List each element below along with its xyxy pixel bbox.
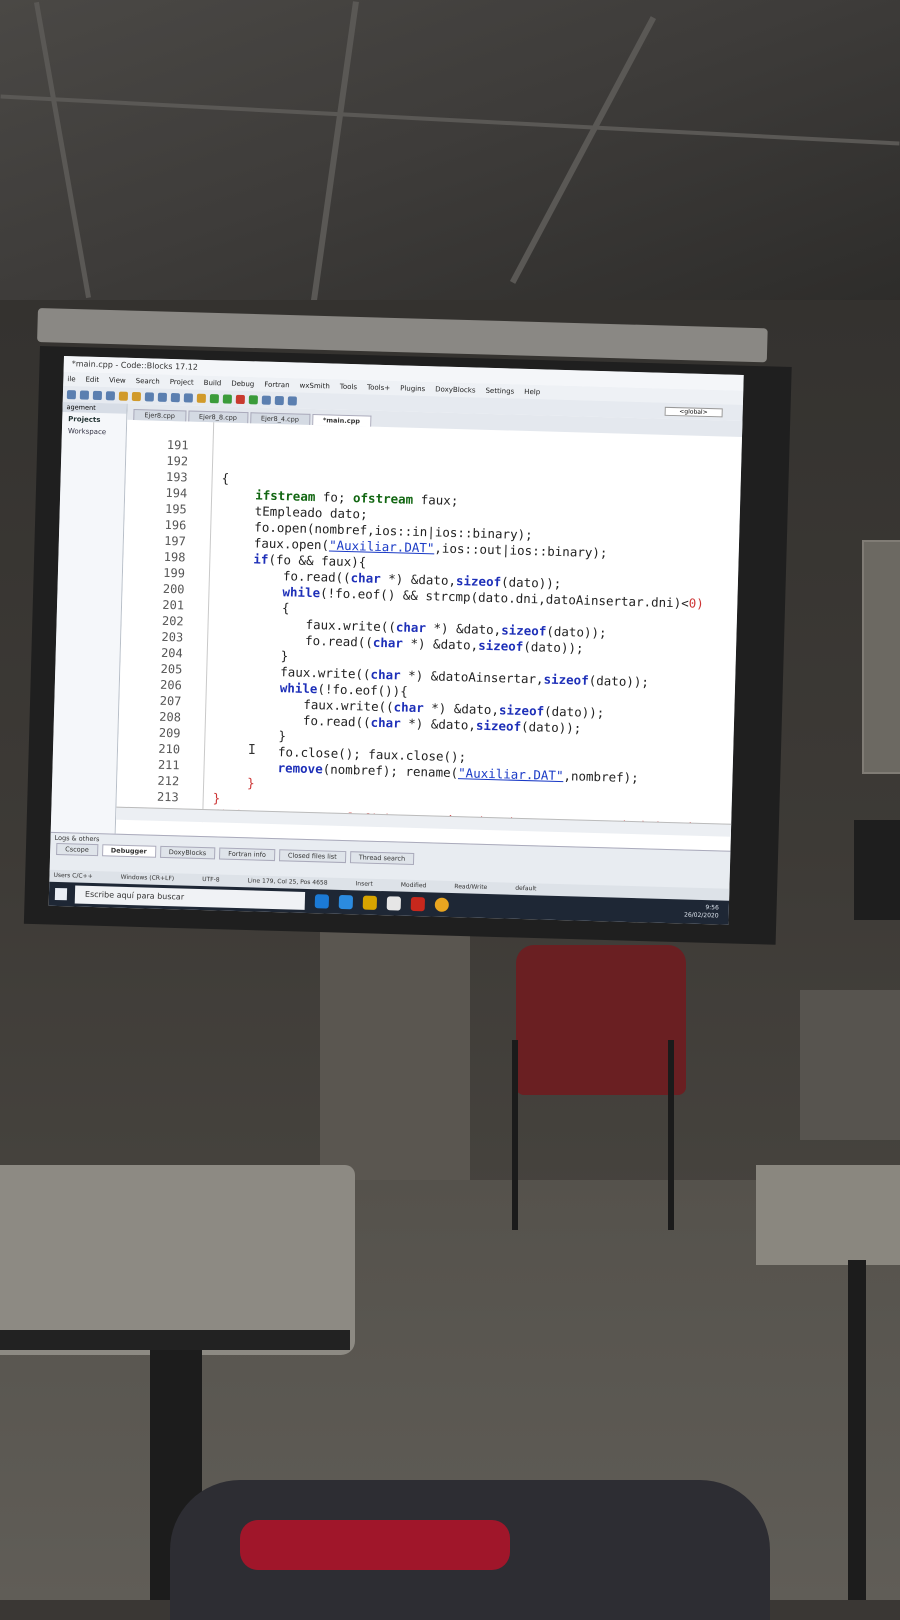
- build-and-run-icon[interactable]: [222, 393, 232, 404]
- save-icon[interactable]: [92, 390, 103, 400]
- tray-time: 9:56: [705, 904, 719, 912]
- menu-doxyblocks[interactable]: DoxyBlocks: [435, 382, 476, 397]
- menu-debug[interactable]: Debug: [231, 377, 254, 392]
- cut-icon[interactable]: [144, 391, 155, 402]
- wall-pillar: [320, 930, 470, 1200]
- step-over-icon[interactable]: [274, 395, 284, 405]
- open-file-icon[interactable]: [79, 389, 90, 400]
- menu-wxsmith[interactable]: wxSmith: [299, 379, 330, 394]
- menu-search[interactable]: Search: [136, 374, 160, 389]
- side-cabinet: [800, 990, 900, 1140]
- code-editor: Ejer8.cpp Ejer8_8.cpp Ejer8_4.cpp *main.…: [115, 403, 743, 851]
- log-tab-fortran-info[interactable]: Fortran info: [219, 847, 276, 862]
- backpack-strap: [240, 1520, 510, 1570]
- menu-tools[interactable]: Tools: [340, 380, 358, 394]
- desk-left: [0, 1165, 355, 1355]
- menu-settings[interactable]: Settings: [485, 384, 514, 399]
- menu-help[interactable]: Help: [524, 385, 540, 399]
- codeblocks-icon[interactable]: [362, 895, 378, 910]
- ceiling-grid-line: [509, 16, 657, 284]
- log-tab-debugger[interactable]: Debugger: [101, 844, 156, 858]
- ceiling-grid-line: [307, 1, 359, 329]
- main-area: agement Projects Workspace Ejer8.cpp Eje…: [50, 401, 743, 851]
- step-into-icon[interactable]: [261, 395, 271, 405]
- find-icon[interactable]: [183, 392, 194, 403]
- status-readwrite: Read/Write: [454, 883, 488, 892]
- ceiling-grid-line: [33, 1, 92, 299]
- acrobat-icon[interactable]: [410, 896, 426, 912]
- ceiling-grid-line: [0, 94, 900, 146]
- menu-plugins[interactable]: Plugins: [400, 381, 425, 396]
- log-tab-doxyblocks[interactable]: DoxyBlocks: [159, 845, 216, 860]
- chair-leg: [512, 1040, 518, 1230]
- stop-icon[interactable]: [235, 394, 245, 404]
- log-tab-cscope[interactable]: Cscope: [56, 842, 98, 857]
- desk-left-edge: [0, 1330, 350, 1350]
- windows-start-icon[interactable]: [54, 887, 68, 901]
- scope-dropdown[interactable]: <global>: [664, 406, 723, 417]
- menu-edit[interactable]: Edit: [85, 373, 99, 387]
- menu-fortran[interactable]: Fortran: [264, 378, 290, 393]
- status-modified: Modified: [400, 881, 427, 890]
- menu-build[interactable]: Build: [204, 376, 222, 390]
- menu-project[interactable]: Project: [170, 375, 194, 390]
- build-icon[interactable]: [196, 393, 207, 403]
- paste-icon[interactable]: [170, 392, 181, 402]
- desk-right: [756, 1165, 900, 1265]
- menu-view[interactable]: View: [109, 373, 126, 387]
- onedrive-icon[interactable]: [338, 894, 354, 910]
- tray-date: 26/02/2020: [683, 911, 719, 920]
- system-tray-clock[interactable]: 9:56 26/02/2020: [684, 904, 719, 921]
- new-file-icon[interactable]: [66, 389, 77, 399]
- status-profile: default: [515, 884, 537, 893]
- red-chair: [516, 945, 686, 1095]
- log-tab-thread-search[interactable]: Thread search: [349, 851, 415, 865]
- side-monitor: [854, 820, 900, 920]
- workspace-item[interactable]: Workspace: [62, 426, 126, 438]
- copy-icon[interactable]: [157, 392, 168, 402]
- menu-tools-plus[interactable]: Tools+: [367, 380, 390, 395]
- text-cursor-icon: I: [248, 743, 256, 758]
- undo-icon[interactable]: [118, 391, 129, 401]
- pause-icon[interactable]: [287, 395, 297, 406]
- management-panel: agement Projects Workspace: [50, 401, 128, 834]
- wall-poster: [862, 540, 900, 774]
- save-all-icon[interactable]: [105, 390, 116, 400]
- debug-run-icon[interactable]: [248, 394, 258, 404]
- status-mode: Insert: [355, 880, 373, 888]
- projected-ide-window: *main.cpp - Code::Blocks 17.12 ile Edit …: [48, 356, 744, 925]
- chrome-icon[interactable]: [434, 897, 450, 912]
- status-encoding: UTF-8: [202, 876, 220, 884]
- redo-icon[interactable]: [131, 391, 142, 401]
- status-language: Users C/C++: [53, 871, 93, 881]
- edge-icon[interactable]: [314, 894, 330, 909]
- code-area[interactable]: 191 192 { 193 ifstream fo; ofstream faux…: [116, 420, 742, 837]
- ceiling: [0, 0, 900, 330]
- taskbar-search-input[interactable]: Escribe aquí para buscar: [74, 885, 306, 910]
- run-icon[interactable]: [209, 393, 220, 403]
- chair-leg: [668, 1040, 674, 1230]
- desk-leg: [848, 1260, 866, 1600]
- menu-file[interactable]: ile: [67, 372, 76, 386]
- file-explorer-icon[interactable]: [386, 896, 402, 911]
- log-tab-closed-files[interactable]: Closed files list: [278, 849, 346, 864]
